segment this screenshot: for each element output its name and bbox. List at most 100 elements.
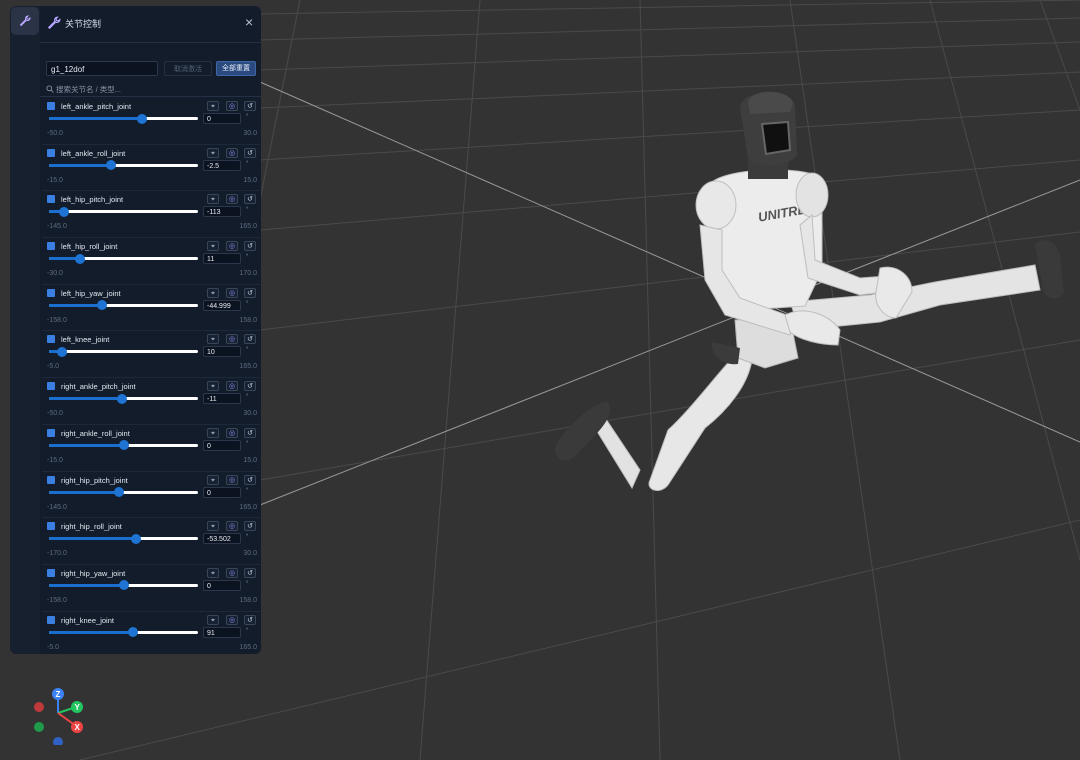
center-target-icon[interactable]: ◎ — [226, 427, 238, 438]
joint-max-label: 15.0 — [243, 456, 257, 464]
center-target-icon[interactable]: ◎ — [226, 194, 238, 205]
axis-gizmo[interactable]: Z Y X — [28, 685, 88, 745]
reset-joint-icon[interactable]: ↺ — [244, 334, 256, 345]
reset-joint-icon[interactable]: ↺ — [244, 381, 256, 392]
joint-angle-slider[interactable] — [49, 580, 198, 591]
reset-all-button[interactable]: 全部重置 — [216, 61, 256, 76]
joint-value-input[interactable]: 0 — [203, 579, 241, 591]
joint-control-toggle-button[interactable] — [11, 7, 39, 35]
reset-joint-icon[interactable]: ↺ — [244, 474, 256, 485]
joint-value-input[interactable]: 91 — [203, 626, 241, 638]
reset-joint-icon[interactable]: ↺ — [244, 101, 256, 111]
joint-angle-slider[interactable] — [49, 487, 198, 497]
cancel-activation-button[interactable]: 取消激活 — [164, 61, 212, 76]
pin-icon[interactable]: ⌖ — [207, 614, 219, 625]
reset-joint-icon[interactable]: ↺ — [244, 147, 256, 158]
slider-thumb[interactable] — [57, 346, 68, 357]
center-target-icon[interactable]: ◎ — [226, 381, 238, 392]
joint-angle-slider[interactable] — [49, 300, 198, 311]
pin-icon[interactable]: ⌖ — [207, 567, 219, 578]
close-icon[interactable]: × — [245, 15, 253, 29]
pin-icon[interactable]: ⌖ — [207, 427, 219, 438]
model-name-field[interactable]: g1_12dof — [46, 61, 158, 76]
joint-angle-slider[interactable] — [49, 253, 198, 264]
neg-z-axis-handle[interactable] — [53, 737, 63, 745]
joint-name: left_ankle_pitch_joint — [61, 102, 132, 111]
center-target-icon[interactable]: ◎ — [226, 287, 238, 298]
search-placeholder: 搜索关节名 / 类型... — [56, 85, 122, 94]
joint-angle-slider[interactable] — [49, 440, 198, 451]
joint-search-input[interactable]: 搜索关节名 / 类型... — [40, 82, 261, 97]
slider-fill — [49, 303, 103, 307]
neg-x-axis-handle[interactable] — [34, 702, 44, 712]
reset-joint-icon[interactable]: ↺ — [244, 194, 256, 205]
center-target-icon[interactable]: ◎ — [226, 101, 238, 111]
pin-icon[interactable]: ⌖ — [207, 287, 219, 298]
reset-joint-icon[interactable]: ↺ — [244, 567, 256, 578]
center-target-icon[interactable]: ◎ — [226, 567, 238, 578]
joint-angle-slider[interactable] — [49, 346, 198, 357]
slider-thumb[interactable] — [74, 253, 85, 264]
joint-value-input[interactable]: 0 — [203, 113, 241, 124]
pin-icon[interactable]: ⌖ — [207, 241, 219, 252]
joint-value-input[interactable]: -11 — [203, 393, 241, 405]
slider-thumb[interactable] — [137, 113, 148, 124]
pin-icon[interactable]: ⌖ — [207, 521, 219, 532]
neg-y-axis-handle[interactable] — [34, 722, 44, 732]
pin-icon[interactable]: ⌖ — [207, 101, 219, 111]
joint-control-panel: 关节控制 × g1_12dof 取消激活 全部重置 搜索关节名 / 类型... … — [40, 6, 261, 654]
joint-angle-slider[interactable] — [49, 393, 198, 404]
panel-header: 关节控制 × — [40, 6, 261, 43]
center-target-icon[interactable]: ◎ — [226, 334, 238, 345]
pin-icon[interactable]: ⌖ — [207, 474, 219, 485]
joint-row: left_knee_joint ⌖ ◎ ↺ 10 ° -5.0 165.0 — [42, 331, 260, 379]
joint-angle-slider[interactable] — [49, 160, 198, 171]
pin-icon[interactable]: ⌖ — [207, 381, 219, 392]
joint-value-input[interactable]: 0 — [203, 486, 241, 498]
joint-row: right_ankle_pitch_joint ⌖ ◎ ↺ -11 ° -50.0 30.0 — [42, 378, 260, 425]
reset-joint-icon[interactable]: ↺ — [244, 427, 256, 438]
joint-name: left_knee_joint — [61, 335, 110, 345]
reset-joint-icon[interactable]: ↺ — [244, 521, 256, 532]
reset-joint-icon[interactable]: ↺ — [244, 614, 256, 625]
joint-value-input[interactable]: 11 — [203, 253, 241, 265]
unit-label: ° — [246, 114, 249, 120]
pin-icon[interactable]: ⌖ — [207, 147, 219, 158]
slider-thumb[interactable] — [118, 580, 129, 591]
joint-value-input[interactable]: 10 — [203, 346, 241, 358]
slider-thumb[interactable] — [118, 440, 129, 451]
joint-max-label: 165.0 — [239, 503, 257, 511]
joint-value-input[interactable]: 0 — [203, 439, 241, 451]
joint-angle-slider[interactable] — [49, 206, 198, 217]
joint-name: right_hip_pitch_joint — [61, 475, 128, 485]
slider-thumb[interactable] — [113, 487, 124, 497]
joint-value-input[interactable]: -44.999 — [203, 299, 241, 311]
joint-min-label: -15.0 — [47, 456, 63, 464]
unit-label: ° — [246, 534, 249, 541]
joint-angle-slider[interactable] — [49, 627, 198, 638]
center-target-icon[interactable]: ◎ — [226, 241, 238, 252]
slider-thumb[interactable] — [59, 206, 70, 217]
joint-value-input[interactable]: -113 — [203, 206, 241, 218]
slider-thumb[interactable] — [106, 160, 117, 171]
joint-type-icon — [47, 428, 55, 437]
center-target-icon[interactable]: ◎ — [226, 614, 238, 625]
pin-icon[interactable]: ⌖ — [207, 194, 219, 205]
joint-value-input[interactable]: -2.5 — [203, 159, 241, 171]
joint-angle-slider[interactable] — [49, 113, 198, 124]
joint-row: right_ankle_roll_joint ⌖ ◎ ↺ 0 ° -15.0 15.0 — [42, 425, 260, 472]
slider-thumb[interactable] — [130, 533, 141, 544]
joint-min-label: -5.0 — [47, 363, 60, 371]
center-target-icon[interactable]: ◎ — [226, 474, 238, 485]
slider-thumb[interactable] — [116, 393, 127, 404]
reset-joint-icon[interactable]: ↺ — [244, 241, 256, 252]
center-target-icon[interactable]: ◎ — [226, 147, 238, 158]
joint-max-label: 158.0 — [239, 316, 257, 324]
reset-joint-icon[interactable]: ↺ — [244, 287, 256, 298]
center-target-icon[interactable]: ◎ — [226, 521, 238, 532]
slider-thumb[interactable] — [97, 300, 108, 311]
slider-thumb[interactable] — [128, 627, 139, 638]
joint-angle-slider[interactable] — [49, 533, 198, 544]
joint-value-input[interactable]: -53.502 — [203, 533, 241, 545]
pin-icon[interactable]: ⌖ — [207, 334, 219, 345]
